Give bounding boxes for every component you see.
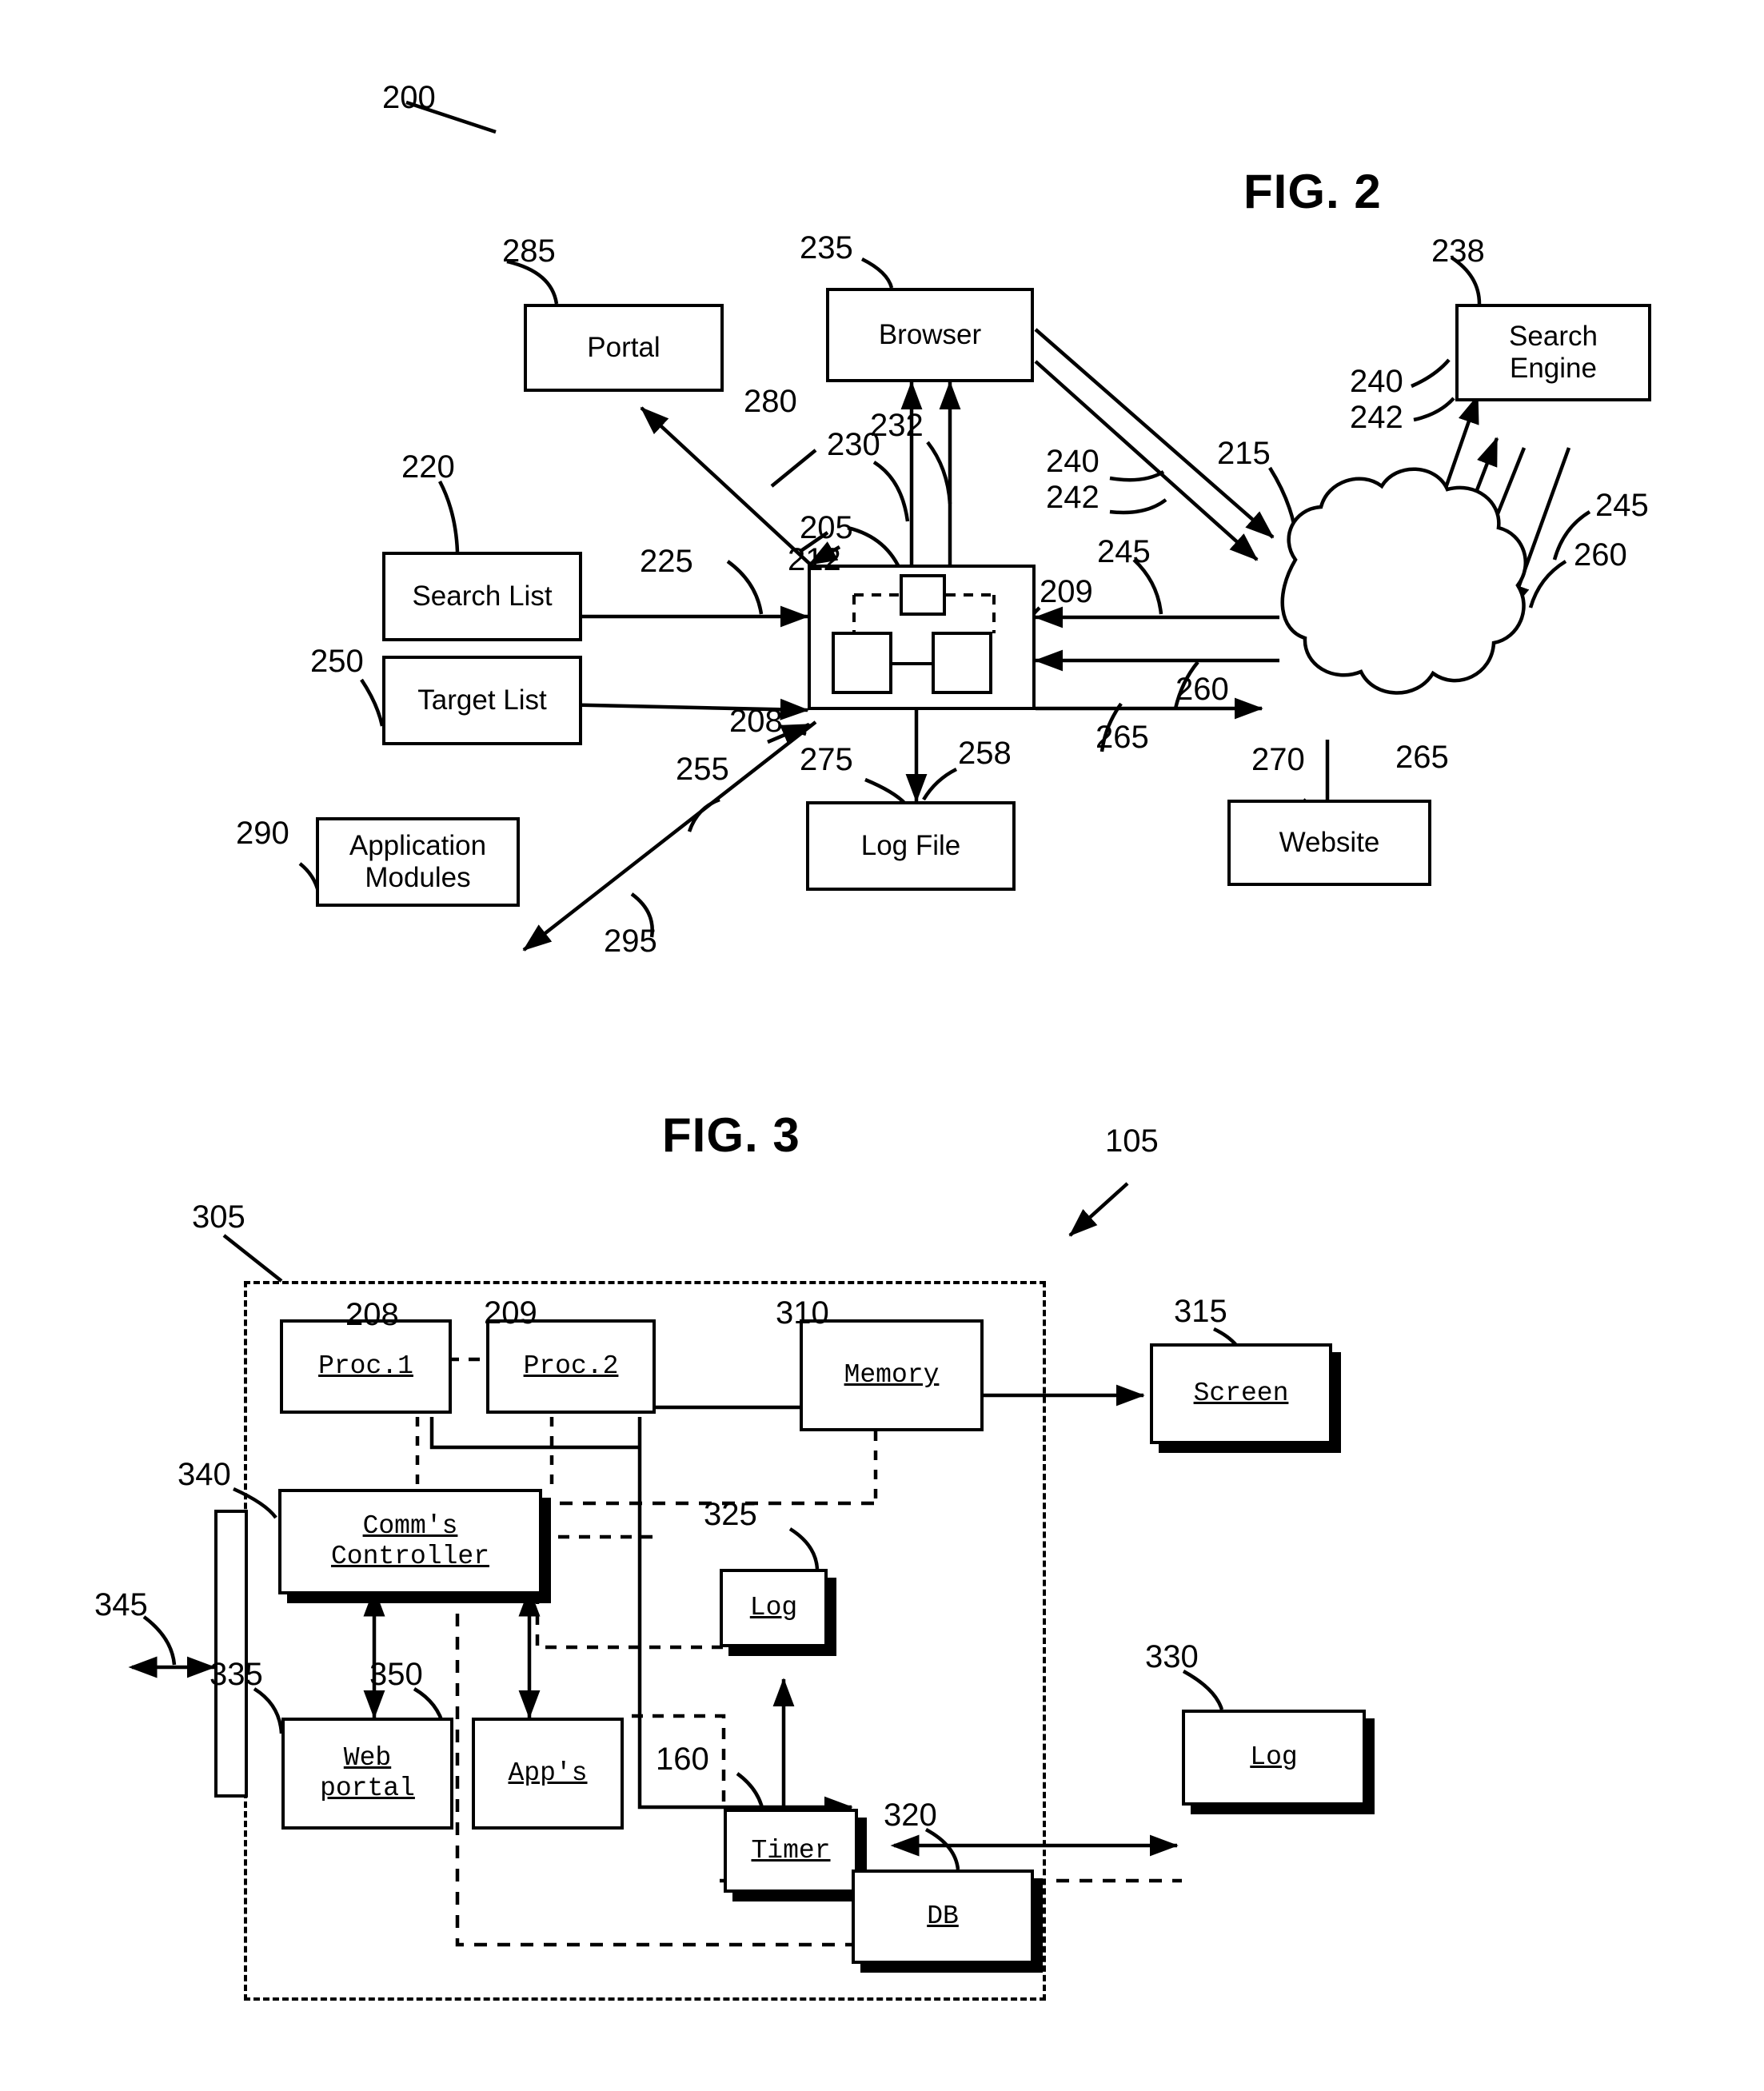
- node-memory[interactable]: Memory: [800, 1319, 984, 1431]
- ref-105: 105: [1105, 1123, 1159, 1159]
- node-website-label: Website: [1279, 826, 1380, 858]
- node-website[interactable]: Website: [1227, 800, 1431, 886]
- node-timer[interactable]: Timer: [724, 1809, 858, 1893]
- node-portal-label: Portal: [587, 331, 661, 363]
- ref-290: 290: [236, 816, 289, 851]
- node-search-engine[interactable]: Search Engine: [1455, 304, 1651, 401]
- ref-225: 225: [640, 544, 693, 579]
- ref-250: 250: [310, 644, 364, 679]
- bus-bar-340[interactable]: [214, 1510, 248, 1798]
- ref-205: 205: [800, 510, 853, 545]
- node-log-external-label: Log: [1250, 1742, 1298, 1773]
- ref-315: 315: [1174, 1294, 1227, 1329]
- node-web-portal-line1: Web: [343, 1743, 392, 1774]
- node-proc2[interactable]: Proc.2: [486, 1319, 656, 1414]
- node-portal[interactable]: Portal: [524, 304, 724, 392]
- node-proc1[interactable]: Proc.1: [280, 1319, 452, 1414]
- figure-3-label: FIG. 3: [662, 1108, 800, 1162]
- ref-240-browser: 240: [1046, 444, 1100, 479]
- node-log-file-label: Log File: [860, 829, 961, 861]
- ref-340: 340: [178, 1457, 231, 1492]
- node-log-external[interactable]: Log: [1182, 1710, 1366, 1806]
- ref-320: 320: [884, 1798, 937, 1833]
- ref-235: 235: [800, 230, 853, 265]
- ref-212: 212: [788, 542, 841, 577]
- node-search-list[interactable]: Search List: [382, 552, 582, 641]
- ref-240-engine: 240: [1350, 364, 1403, 399]
- ref-245-right: 245: [1595, 488, 1649, 523]
- ref-245-left: 245: [1097, 534, 1151, 569]
- patent-drawing-sheet: FIG. 2 Portal Browser Search Engine Sear…: [0, 0, 1764, 2091]
- node-apps-label: App's: [508, 1758, 588, 1789]
- node-db[interactable]: DB: [852, 1870, 1034, 1964]
- node-central-subblock-right: [932, 632, 992, 694]
- node-comms-controller-line2: Controller: [330, 1542, 490, 1571]
- node-timer-label: Timer: [751, 1835, 831, 1866]
- ref-208-fig3: 208: [345, 1297, 399, 1332]
- ref-258: 258: [958, 736, 1012, 771]
- node-search-engine-line2: Engine: [1510, 353, 1597, 384]
- ref-255: 255: [676, 752, 729, 787]
- ref-160: 160: [656, 1742, 709, 1777]
- node-browser-label: Browser: [878, 318, 982, 350]
- ref-242-browser: 242: [1046, 480, 1100, 515]
- ref-350: 350: [369, 1657, 423, 1692]
- node-apps[interactable]: App's: [472, 1718, 624, 1830]
- ref-325: 325: [704, 1497, 757, 1532]
- node-target-list-label: Target List: [417, 684, 547, 716]
- node-application-modules-line1: Application: [349, 829, 487, 861]
- ref-270: 270: [1251, 742, 1305, 777]
- ref-209: 209: [1040, 574, 1093, 609]
- ref-242-engine: 242: [1350, 400, 1403, 435]
- ref-260-left: 260: [1175, 672, 1229, 707]
- node-search-engine-line1: Search: [1509, 320, 1598, 352]
- node-web-portal-line2: portal: [320, 1774, 415, 1803]
- ref-220: 220: [401, 449, 455, 485]
- node-comms-controller[interactable]: Comm's Controller: [278, 1489, 542, 1594]
- ref-305: 305: [192, 1199, 245, 1235]
- ref-232: 232: [870, 408, 924, 443]
- ref-285: 285: [502, 233, 556, 269]
- node-screen[interactable]: Screen: [1150, 1343, 1332, 1444]
- figure-2-label: FIG. 2: [1243, 165, 1382, 218]
- ref-265-website: 265: [1395, 740, 1449, 775]
- node-proc1-label: Proc.1: [318, 1351, 413, 1382]
- ref-280: 280: [744, 384, 797, 419]
- node-screen-label: Screen: [1193, 1379, 1289, 1409]
- ref-310: 310: [776, 1295, 829, 1331]
- node-log-internal[interactable]: Log: [720, 1569, 828, 1647]
- node-central-subblock-left: [832, 632, 892, 694]
- ref-238: 238: [1431, 233, 1485, 269]
- ref-208: 208: [729, 704, 783, 739]
- ref-209-fig3: 209: [484, 1295, 537, 1331]
- node-db-label: DB: [927, 1901, 959, 1932]
- ref-260-right: 260: [1574, 537, 1627, 573]
- node-search-list-label: Search List: [412, 580, 553, 612]
- node-log-internal-label: Log: [749, 1593, 798, 1623]
- node-central-subblock-top: [900, 574, 946, 616]
- node-application-modules-line2: Modules: [365, 862, 471, 893]
- node-log-file[interactable]: Log File: [806, 801, 1016, 891]
- ref-275: 275: [800, 742, 853, 777]
- ref-200: 200: [382, 80, 436, 115]
- ref-345: 345: [94, 1587, 148, 1622]
- node-memory-label: Memory: [844, 1360, 940, 1391]
- ref-295: 295: [604, 924, 657, 959]
- node-proc2-label: Proc.2: [523, 1351, 619, 1382]
- ref-265-left: 265: [1096, 720, 1149, 755]
- node-comms-controller-line1: Comm's: [362, 1511, 458, 1542]
- node-browser[interactable]: Browser: [826, 288, 1034, 382]
- node-target-list[interactable]: Target List: [382, 656, 582, 745]
- node-web-portal[interactable]: Web portal: [281, 1718, 453, 1830]
- node-application-modules[interactable]: Application Modules: [316, 817, 520, 907]
- ref-335: 335: [210, 1657, 263, 1692]
- ref-215: 215: [1217, 436, 1271, 471]
- ref-330: 330: [1145, 1639, 1199, 1674]
